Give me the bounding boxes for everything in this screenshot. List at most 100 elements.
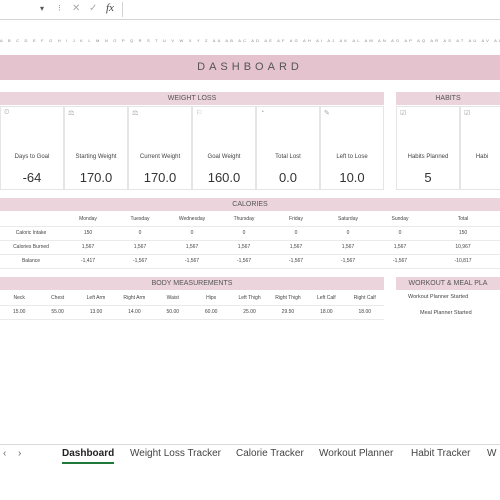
tab-workout-planner[interactable]: Workout Planner <box>319 448 393 464</box>
row-label: Caloric Intake <box>0 226 62 241</box>
calories-cell: 0 <box>374 226 426 241</box>
measurement-value: 15.00 <box>0 305 39 320</box>
calories-cell: -1,567 <box>322 254 374 269</box>
day-header: Saturday <box>322 212 374 227</box>
formula-input[interactable] <box>122 2 500 17</box>
card-label: Habi <box>475 154 489 160</box>
calories-cell: -1,567 <box>114 254 166 269</box>
calories-header: CALORIES <box>0 198 500 211</box>
calories-cell: 1,567 <box>114 240 166 255</box>
card-value: 160.0 <box>207 170 241 185</box>
measurement-header: Right Calf <box>345 291 384 306</box>
day-header: Friday <box>270 212 322 227</box>
card-icon: ⚖ <box>132 110 139 117</box>
measurement-value: 13.00 <box>76 305 116 320</box>
name-box-dropdown-icon[interactable]: ▾ <box>40 4 44 13</box>
formula-bar-grip-icon: ⁝ <box>58 3 61 13</box>
measurement-header: Waist <box>153 291 192 306</box>
card-icon: ◔ <box>260 109 265 116</box>
habits-card: ☑ Habits Planned 5 <box>396 106 460 190</box>
column-headers: A B C D E F G H I J K L M N O P Q R S T … <box>0 38 500 43</box>
calories-cell: 10,967 <box>426 240 500 255</box>
sheet-tab-bar: ‹ › Dashboard Weight Loss Tracker Calori… <box>0 444 500 500</box>
measurement-header: Right Arm <box>115 291 154 306</box>
row-label: Calories Burned <box>0 240 62 255</box>
card-label: Total Lost <box>275 154 301 160</box>
card-value: 0.0 <box>278 170 298 185</box>
enter-icon[interactable]: ✓ <box>89 3 97 14</box>
day-header: Tuesday <box>114 212 166 227</box>
weight-loss-header: WEIGHT LOSS <box>0 92 384 105</box>
tab-habit-tracker[interactable]: Habit Tracker <box>411 448 470 464</box>
measurement-value: 29.50 <box>268 305 308 320</box>
weight-loss-card: ⚐ Goal Weight 160.0 <box>192 106 256 190</box>
weight-loss-card: ◔ Total Lost 0.0 <box>256 106 320 190</box>
card-icon: ✎ <box>324 110 330 117</box>
calories-row: Caloric Intake 150 0 0 0 0 0 0 150 <box>0 226 500 241</box>
measurement-value: 50.00 <box>153 305 192 320</box>
card-label: Starting Weight <box>75 154 117 160</box>
tab-scroll-right-icon[interactable]: › <box>18 448 21 459</box>
measurement-header: Hips <box>191 291 231 306</box>
card-label: Goal Weight <box>207 154 241 160</box>
measurement-value: 25.00 <box>230 305 269 320</box>
measurement-header: Right Thigh <box>268 291 308 306</box>
calories-cell: -1,567 <box>166 254 218 269</box>
calories-cell: 0 <box>270 226 322 241</box>
calories-cell: 1,567 <box>322 240 374 255</box>
measurement-header: Left Calf <box>307 291 346 306</box>
measurement-value: 55.00 <box>38 305 77 320</box>
calories-cell: 1,567 <box>166 240 218 255</box>
measurement-value: 18.00 <box>307 305 346 320</box>
tab-dashboard[interactable]: Dashboard <box>62 448 115 464</box>
calories-cell: -1,417 <box>62 254 114 269</box>
calories-row: Balance -1,417 -1,567 -1,567 -1,567 -1,567 -1,… <box>0 254 500 269</box>
tab-calorie-tracker[interactable]: Calorie Tracker <box>236 448 304 464</box>
page-title: DASHBOARD <box>197 61 303 73</box>
tab-weight-loss-tracker[interactable]: Weight Loss Tracker <box>130 448 221 464</box>
card-icon: ⏲ <box>4 109 10 116</box>
weight-loss-card: ⚖ Current Weight 170.0 <box>128 106 192 190</box>
row-label: Balance <box>0 254 62 269</box>
card-icon: ⚐ <box>196 110 203 117</box>
calories-cell: 0 <box>218 226 270 241</box>
card-icon: ☑ <box>400 110 407 117</box>
habits-card: ☑ Habi <box>460 106 500 190</box>
insert-function-icon[interactable]: fx <box>106 2 114 14</box>
measurement-header: Left Thigh <box>230 291 269 306</box>
meal-planner-started: Meal Planner Started <box>420 310 472 316</box>
body-headers-row: Neck Chest Left Arm Right Arm Waist Hips Left … <box>0 291 384 306</box>
weight-loss-card: ⚖ Starting Weight 170.0 <box>64 106 128 190</box>
body-values-row: 15.00 55.00 13.00 14.00 50.00 60.00 25.00 29.50… <box>0 305 384 320</box>
calories-table: Monday Tuesday Wednesday Thursday Friday Satu… <box>0 212 500 269</box>
measurement-header: Neck <box>0 291 39 306</box>
calories-cell: 1,567 <box>218 240 270 255</box>
weight-loss-card: ⏲ Days to Goal -64 <box>0 106 64 190</box>
calories-cell: -1,567 <box>374 254 426 269</box>
habits-header: HABITS <box>396 92 500 105</box>
tab-more[interactable]: W <box>487 448 496 464</box>
card-value: 10.0 <box>339 170 365 185</box>
day-header: Monday <box>62 212 114 227</box>
card-icon: ⚖ <box>68 110 75 117</box>
workout-meal-header: WORKOUT & MEAL PLA <box>396 277 500 290</box>
measurement-header: Left Arm <box>76 291 116 306</box>
calories-cell: 1,567 <box>374 240 426 255</box>
day-header: Thursday <box>218 212 270 227</box>
calories-cell: 1,567 <box>62 240 114 255</box>
tab-scroll-left-icon[interactable]: ‹ <box>3 448 6 459</box>
card-value: 170.0 <box>79 170 113 185</box>
card-value: -64 <box>22 170 42 185</box>
day-header: Sunday <box>374 212 426 227</box>
body-measurements-header: BODY MEASUREMENTS <box>0 277 384 290</box>
day-header: Total <box>426 212 500 227</box>
measurement-header: Chest <box>38 291 77 306</box>
cancel-icon[interactable]: ✕ <box>72 3 80 14</box>
calories-cell: -1,567 <box>270 254 322 269</box>
card-value: 5 <box>424 170 432 185</box>
weight-loss-card: ✎ Left to Lose 10.0 <box>320 106 384 190</box>
body-measurements-table: Neck Chest Left Arm Right Arm Waist Hips Left … <box>0 291 384 320</box>
card-icon: ☑ <box>464 110 471 117</box>
formula-bar: ▾ ⁝ ✕ ✓ fx <box>0 0 500 20</box>
card-label: Left to Lose <box>336 154 368 160</box>
